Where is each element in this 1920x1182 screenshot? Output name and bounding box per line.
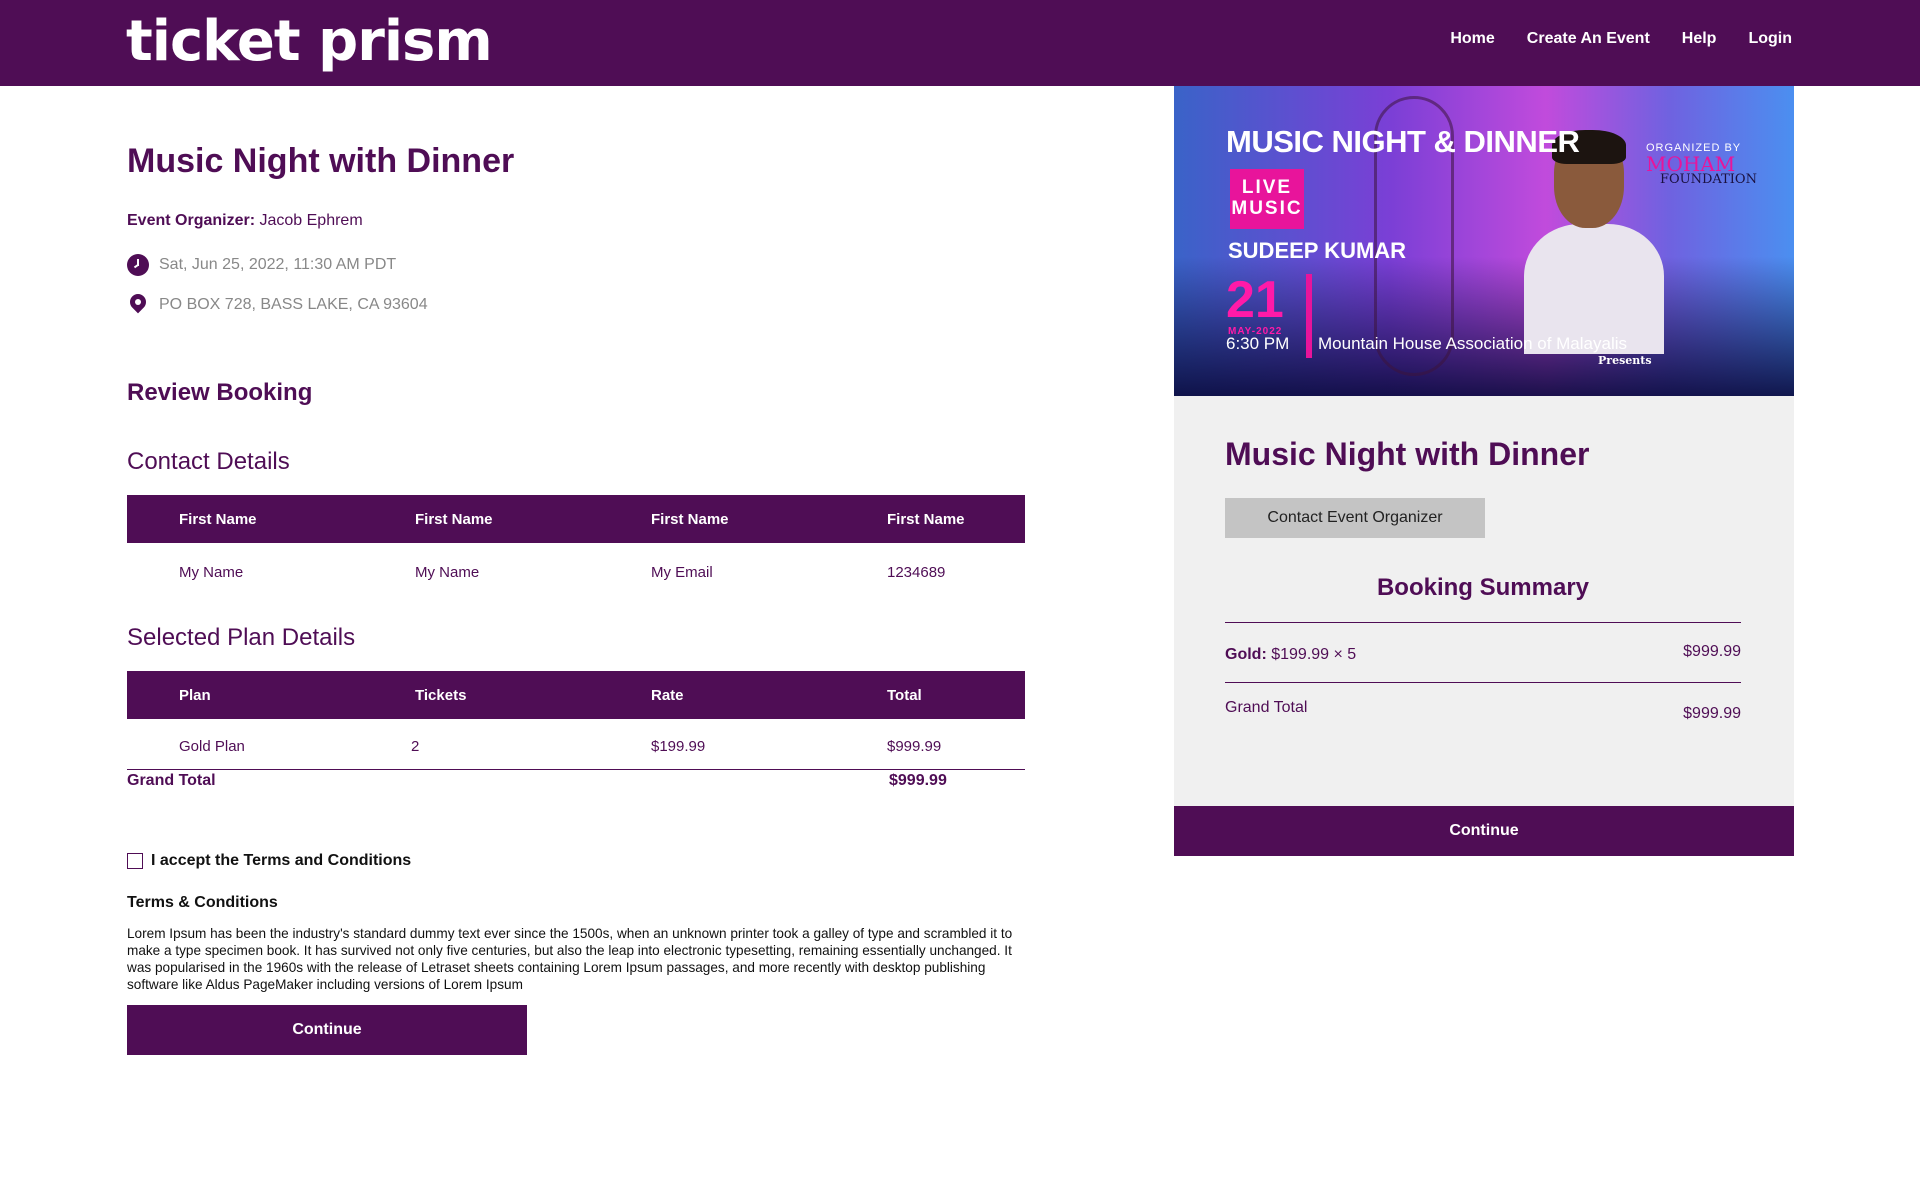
column-header: Plan [127,671,363,719]
sidebar-continue-button[interactable]: Continue [1174,806,1794,856]
line-item-amount: $999.99 [1683,643,1741,660]
banner-time: 6:30 PM [1226,334,1290,353]
banner-artist: SUDEEP KUMAR [1228,238,1407,263]
selected-plan-heading: Selected Plan Details [127,624,356,651]
table-row: Gold Plan 2 $199.99 $999.99 [127,719,1025,770]
contact-organizer-button[interactable]: Contact Event Organizer [1225,498,1485,538]
artist-photo [1524,130,1664,354]
summary-divider [1225,622,1741,623]
line-item-label: Gold: [1225,646,1267,663]
table-cell: $199.99 [599,719,835,770]
event-date: Sat, Jun 25, 2022, 11:30 AM PDT [159,256,397,273]
nav-create-event-link[interactable]: Create An Event [1527,30,1650,48]
event-organizer: Event Organizer: Jacob Ephrem [127,212,363,230]
banner-divider [1306,274,1312,358]
summary-line-item: Gold: $199.99 × 5 $999.99 [1225,643,1741,664]
terms-checkbox[interactable] [127,853,143,869]
terms-checkbox-label[interactable]: I accept the Terms and Conditions [151,852,411,870]
event-location-row: PO BOX 728, BASS LAKE, CA 93604 [127,294,428,316]
terms-text: Lorem Ipsum has been the industry's stan… [127,926,1013,992]
table-header-row: First Name First Name First Name First N… [127,495,1025,543]
table-cell: My Email [651,563,713,581]
contact-details-heading: Contact Details [127,448,290,475]
summary-grand-total-amount: $999.99 [1683,705,1741,722]
summary-divider [1225,682,1741,683]
terms-heading: Terms & Conditions [127,894,278,911]
column-header: First Name [363,495,599,543]
column-header: Rate [599,671,835,719]
booking-summary-heading: Booking Summary [1376,574,1590,601]
table-row: My Name My Name My Email 1234689 [127,543,1025,595]
clock-icon [127,254,149,276]
table-cell: 2 [363,719,599,770]
column-header: First Name [127,495,363,543]
banner-title: MUSIC NIGHT & DINNER [1226,124,1580,159]
banner-presenter: Mountain House Association of Malayalis [1318,334,1627,353]
organizer-label: Event Organizer: [127,212,256,229]
booking-summary-card: Music Night with Dinner Contact Event Or… [1174,396,1794,806]
event-banner-image: MUSIC NIGHT & DINNER LIVE MUSIC SUDEEP K… [1174,86,1794,396]
plan-details-table: Plan Tickets Rate Total Gold Plan 2 $199… [127,671,1025,770]
contact-details-table: First Name First Name First Name First N… [127,495,1025,595]
event-date-row: Sat, Jun 25, 2022, 11:30 AM PDT [127,254,396,276]
banner-day: 21 [1226,271,1284,329]
table-cell: $999.99 [835,719,1025,770]
terms-checkbox-row[interactable]: I accept the Terms and Conditions [127,852,411,870]
grand-total-value: $999.99 [889,772,947,789]
column-header: Total [835,671,1025,719]
column-header: First Name [835,495,1025,543]
event-location: PO BOX 728, BASS LAKE, CA 93604 [159,296,428,313]
organizer-logo-name: MOHAM [1646,152,1736,176]
continue-button[interactable]: Continue [127,1005,527,1055]
review-booking-heading: Review Booking [127,379,313,406]
summary-grand-total-label: Grand Total [1225,699,1308,716]
table-header-row: Plan Tickets Rate Total [127,671,1025,719]
site-logo[interactable]: ticket prism [126,8,493,76]
grand-total-row: Grand Total $999.99 [127,772,1025,790]
table-cell: My Name [415,563,480,581]
organizer-name: Jacob Ephrem [259,212,363,229]
table-cell: Gold Plan [127,719,363,770]
main-nav: Home Create An Event Help Login [1450,30,1792,48]
live-music-badge: LIVE MUSIC [1230,169,1304,229]
column-header: First Name [599,495,835,543]
line-item-detail: $199.99 × 5 [1271,646,1357,663]
banner-presents: Presents [1598,354,1652,367]
event-title: Music Night with Dinner [127,142,515,180]
grand-total-label: Grand Total [127,772,216,789]
nav-help-link[interactable]: Help [1682,30,1717,48]
map-pin-icon [130,294,146,316]
nav-login-link[interactable]: Login [1748,30,1792,48]
organizer-logo-suffix: FOUNDATION [1660,172,1757,187]
table-cell: My Name [179,563,244,581]
top-navbar: ticket prism Home Create An Event Help L… [0,0,1920,86]
sidebar-event-title: Music Night with Dinner [1225,436,1590,472]
summary-grand-total: Grand Total $999.99 [1225,699,1741,722]
column-header: Tickets [363,671,599,719]
table-cell: 1234689 [887,563,946,581]
nav-home-link[interactable]: Home [1450,30,1494,48]
